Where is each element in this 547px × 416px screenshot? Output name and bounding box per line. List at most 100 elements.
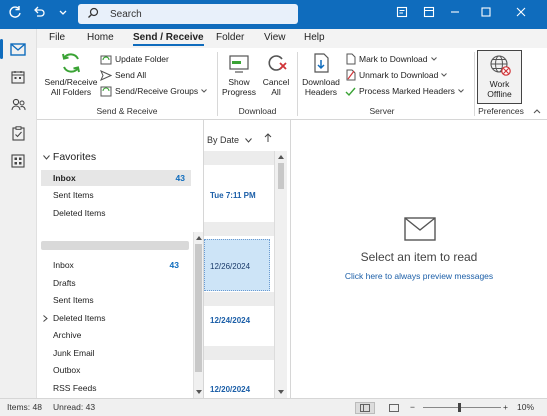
- unmark-to-download-button[interactable]: Unmark to Download: [345, 68, 448, 82]
- message-group-header[interactable]: [204, 292, 274, 306]
- ribbon-display-icon[interactable]: [420, 5, 438, 23]
- search-box[interactable]: [78, 4, 298, 24]
- tasks-app-button[interactable]: [6, 121, 30, 145]
- undo-icon[interactable]: [30, 5, 48, 23]
- message-date[interactable]: Tue 7:11 PM: [210, 191, 256, 200]
- sort-by-date-button[interactable]: By Date: [207, 133, 272, 145]
- calendar-app-button[interactable]: [6, 65, 30, 89]
- folder-pane: Favorites Inbox 43 Sent Items Deleted It…: [37, 120, 204, 398]
- ribbon: Send/Receive All Folders Update Folder S…: [37, 48, 547, 120]
- folder-sent-items[interactable]: Sent Items: [41, 292, 191, 308]
- unmark-download-icon: [346, 69, 356, 81]
- scrollbar-thumb[interactable]: [195, 244, 202, 372]
- work-offline-button[interactable]: Work Offline: [477, 50, 522, 104]
- preferences-group-label: Preferences: [478, 106, 524, 116]
- download-headers-button[interactable]: Download Headers: [299, 51, 343, 97]
- message-group-header[interactable]: [204, 222, 274, 236]
- message-date[interactable]: 12/20/2024: [210, 385, 250, 394]
- maximize-icon[interactable]: [477, 5, 495, 23]
- folder-junk-email[interactable]: Junk Email: [41, 345, 191, 361]
- reading-view-button[interactable]: [386, 402, 402, 414]
- more-apps-button[interactable]: [6, 149, 30, 173]
- message-group-header[interactable]: [204, 151, 274, 165]
- unread-count: 43: [169, 260, 179, 270]
- favorite-folder-deleted-items[interactable]: Deleted Items: [41, 205, 191, 221]
- mark-to-download-label: Mark to Download: [359, 54, 428, 64]
- zoom-slider[interactable]: [423, 407, 501, 408]
- unread-count: Unread: 43: [53, 402, 96, 412]
- favorite-folder-inbox[interactable]: Inbox 43: [41, 170, 191, 186]
- tab-send-receive[interactable]: Send / Receive: [133, 32, 204, 46]
- mark-to-download-button[interactable]: Mark to Download: [345, 52, 437, 66]
- folder-rss-feeds[interactable]: RSS Feeds: [41, 380, 191, 396]
- download-headers-icon: [314, 53, 329, 73]
- zoom-in-button[interactable]: +: [503, 399, 508, 416]
- update-folder-button[interactable]: Update Folder: [100, 52, 169, 66]
- unread-count: 43: [175, 173, 185, 183]
- folder-inbox[interactable]: Inbox 43: [41, 257, 191, 273]
- tab-help[interactable]: Help: [304, 32, 325, 43]
- collapse-ribbon-button[interactable]: [533, 104, 541, 118]
- send-receive-all-button[interactable]: Send/Receive All Folders: [42, 51, 100, 97]
- send-all-label: Send All: [115, 70, 147, 80]
- message-date[interactable]: 12/26/2024: [210, 262, 250, 271]
- globe-offline-icon: [489, 55, 511, 76]
- ribbon-separator: [217, 52, 218, 116]
- scroll-up-icon: [278, 155, 284, 159]
- folder-name: Inbox: [53, 260, 74, 270]
- folder-outbox[interactable]: Outbox: [41, 362, 191, 378]
- tab-home[interactable]: Home: [87, 32, 114, 43]
- mail-app-button[interactable]: [0, 37, 30, 61]
- folder-pane-scrollbar[interactable]: [193, 232, 203, 398]
- favorite-folder-sent-items[interactable]: Sent Items: [41, 187, 191, 203]
- customize-toolbar-icon[interactable]: [54, 5, 72, 23]
- sync-icon[interactable]: [6, 5, 24, 23]
- folder-name: Deleted Items: [53, 313, 106, 323]
- send-receive-all-label: Send/Receive All Folders: [44, 77, 98, 97]
- folder-name: Junk Email: [53, 348, 95, 358]
- always-preview-link[interactable]: Click here to always preview messages: [291, 271, 547, 281]
- folder-archive[interactable]: Archive: [41, 327, 191, 343]
- zoom-out-button[interactable]: −: [410, 399, 415, 416]
- status-bar: Items: 48 Unread: 43 − + 10%: [0, 398, 547, 416]
- notes-icon[interactable]: [393, 5, 411, 23]
- send-receive-icon: [62, 53, 80, 73]
- folder-name: Drafts: [53, 278, 76, 288]
- sort-arrow-up-icon[interactable]: [264, 133, 272, 143]
- message-date[interactable]: 12/24/2024: [210, 316, 250, 325]
- envelope-icon: [404, 217, 436, 241]
- send-all-button[interactable]: Send All: [100, 68, 146, 82]
- progress-icon: [229, 55, 249, 73]
- clipboard-icon: [11, 125, 25, 141]
- folder-deleted-items[interactable]: Deleted Items: [41, 310, 191, 326]
- normal-view-button[interactable]: [355, 402, 375, 414]
- send-receive-groups-label: Send/Receive Groups: [115, 86, 199, 96]
- scrollbar-thumb[interactable]: [278, 163, 284, 189]
- chevron-right-icon: [43, 315, 48, 322]
- people-icon: [10, 98, 25, 111]
- message-group-header[interactable]: [204, 346, 274, 360]
- ribbon-separator: [297, 52, 298, 116]
- process-marked-headers-button[interactable]: Process Marked Headers: [345, 84, 464, 98]
- favorites-header[interactable]: Favorites: [43, 151, 96, 163]
- tab-view[interactable]: View: [264, 32, 286, 43]
- zoom-slider-thumb[interactable]: [458, 403, 461, 412]
- people-app-button[interactable]: [6, 93, 30, 117]
- items-count: Items: 48: [7, 402, 42, 412]
- message-list-scrollbar[interactable]: [274, 151, 287, 398]
- chevron-down-icon: [441, 73, 448, 77]
- tab-folder[interactable]: Folder: [216, 32, 244, 43]
- chevron-down-icon: [43, 155, 50, 160]
- cancel-all-button[interactable]: Cancel All: [259, 51, 293, 97]
- show-progress-button[interactable]: Show Progress: [220, 51, 258, 97]
- zoom-level[interactable]: 10%: [517, 399, 534, 416]
- account-header-redacted[interactable]: [41, 241, 189, 250]
- sort-label: By Date: [207, 135, 240, 145]
- minimize-icon[interactable]: [446, 5, 464, 23]
- send-receive-groups-button[interactable]: Send/Receive Groups: [100, 84, 208, 98]
- close-icon[interactable]: [512, 5, 530, 23]
- tab-file[interactable]: File: [49, 32, 65, 43]
- title-bar: [0, 0, 547, 29]
- search-input[interactable]: [110, 4, 290, 24]
- folder-drafts[interactable]: Drafts: [41, 275, 191, 291]
